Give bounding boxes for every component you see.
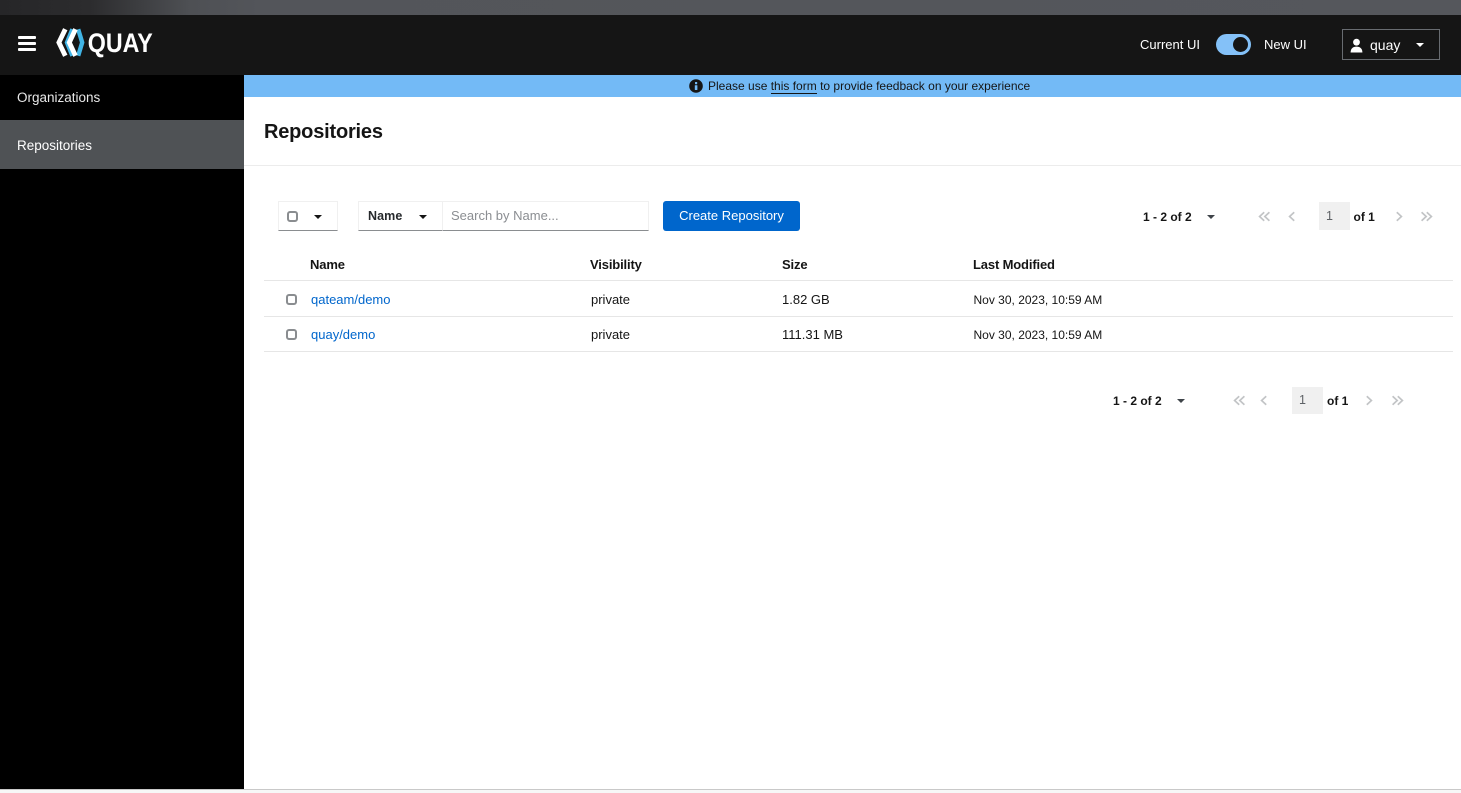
svg-text:QUAY: QUAY: [88, 28, 153, 58]
